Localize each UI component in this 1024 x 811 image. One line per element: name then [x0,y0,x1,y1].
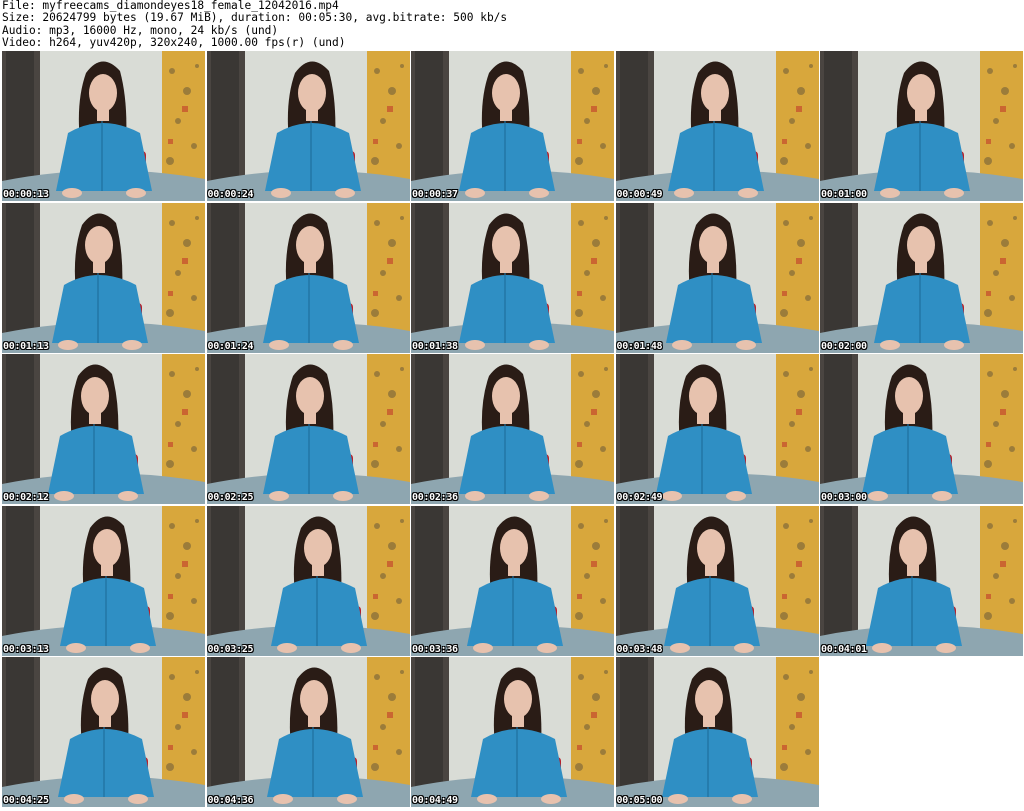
frame-image [615,657,819,807]
video-thumbnail[interactable]: 00:00:49 [615,51,819,201]
video-thumbnail[interactable]: 00:04:36 [206,657,410,807]
video-thumbnail[interactable]: 00:00:13 [2,51,205,201]
video-thumbnail[interactable]: 00:04:49 [411,657,614,807]
video-thumbnail[interactable]: 00:03:13 [2,505,205,656]
frame-image [206,51,410,201]
video-thumbnail[interactable]: 00:03:00 [820,354,1023,504]
thumbnail-timestamp: 00:03:00 [821,492,867,503]
frame-image [2,51,205,201]
video-thumbnail[interactable]: 00:01:13 [2,202,205,353]
video-thumbnail[interactable]: 00:00:37 [411,51,614,201]
thumbnail-timestamp: 00:02:12 [3,492,49,503]
thumbnail-timestamp: 00:04:01 [821,643,867,655]
video-thumbnail[interactable]: 00:02:00 [820,202,1023,353]
frame-image [2,505,205,656]
video-thumbnail[interactable]: 00:01:38 [411,202,614,353]
video-thumbnail[interactable]: 00:02:36 [411,354,614,504]
thumbnail-timestamp: 00:02:25 [207,492,254,503]
video-thumbnail[interactable]: 00:01:48 [615,202,819,353]
thumbnail-timestamp: 00:02:49 [616,492,663,503]
video-thumbnail[interactable]: 00:04:01 [820,505,1023,656]
frame-image [820,354,1023,504]
video-thumbnail[interactable]: 00:01:24 [206,202,410,353]
thumbnail-timestamp: 00:00:24 [207,189,254,200]
video-thumbnail[interactable]: 00:02:49 [615,354,819,504]
video-thumbnail[interactable]: 00:03:25 [206,505,410,656]
video-thumbnail[interactable]: 00:03:48 [615,505,819,656]
video-thumbnail[interactable]: 00:02:12 [2,354,205,504]
frame-image [206,505,410,656]
thumbnail-timestamp: 00:02:00 [821,340,867,352]
thumbnail-timestamp: 00:05:00 [616,795,663,806]
thumbnail-timestamp: 00:03:48 [616,643,663,655]
thumbnail-timestamp: 00:03:13 [3,643,49,655]
video-thumbnail[interactable]: 00:00:24 [206,51,410,201]
thumbnail-timestamp: 00:01:00 [821,189,867,200]
thumbnail-timestamp: 00:01:48 [616,340,663,352]
frame-image [615,51,819,201]
frame-image [411,354,614,504]
thumbnail-timestamp: 00:04:25 [3,795,49,806]
frame-image [820,505,1023,656]
thumbnail-timestamp: 00:00:37 [412,189,458,200]
frame-image [411,51,614,201]
thumbnail-timestamp: 00:03:36 [412,643,458,655]
video-thumbnail[interactable]: 00:05:00 [615,657,819,807]
thumbnail-grid: 00:00:13 00:00:24 00:00:37 00:00:49 00:0… [2,51,1023,811]
file-size-line: Size: 20624799 bytes (19.67 MiB), durati… [2,11,508,25]
thumbnail-timestamp: 00:02:36 [412,492,458,503]
file-info-header: File: myfreecams_diamondeyes18_female_12… [2,0,507,50]
frame-image [2,354,205,504]
frame-image [615,202,819,353]
frame-image [820,51,1023,201]
frame-image [615,505,819,656]
thumbnail-timestamp: 00:01:38 [412,340,458,352]
frame-image [206,354,410,504]
frame-image [2,657,205,807]
frame-image [206,657,410,807]
frame-image [411,505,614,656]
frame-image [820,202,1023,353]
video-thumbnail[interactable]: 00:03:36 [411,505,614,656]
frame-image [615,354,819,504]
video-thumbnail[interactable]: 00:01:00 [820,51,1023,201]
thumbnail-timestamp: 00:04:36 [207,795,254,806]
thumbnail-timestamp: 00:00:49 [616,189,663,200]
video-info-line: Video: h264, yuv420p, 320x240, 1000.00 f… [2,36,346,50]
frame-image [411,202,614,353]
thumbnail-timestamp: 00:04:49 [412,795,458,806]
video-thumbnail[interactable]: 00:02:25 [206,354,410,504]
thumbnail-timestamp: 00:01:13 [3,340,49,352]
frame-image [2,202,205,353]
thumbnail-timestamp: 00:01:24 [207,340,254,352]
frame-image [206,202,410,353]
thumbnail-timestamp: 00:00:13 [3,189,49,200]
frame-image [411,657,614,807]
video-thumbnail[interactable]: 00:04:25 [2,657,205,807]
thumbnail-timestamp: 00:03:25 [207,643,254,655]
